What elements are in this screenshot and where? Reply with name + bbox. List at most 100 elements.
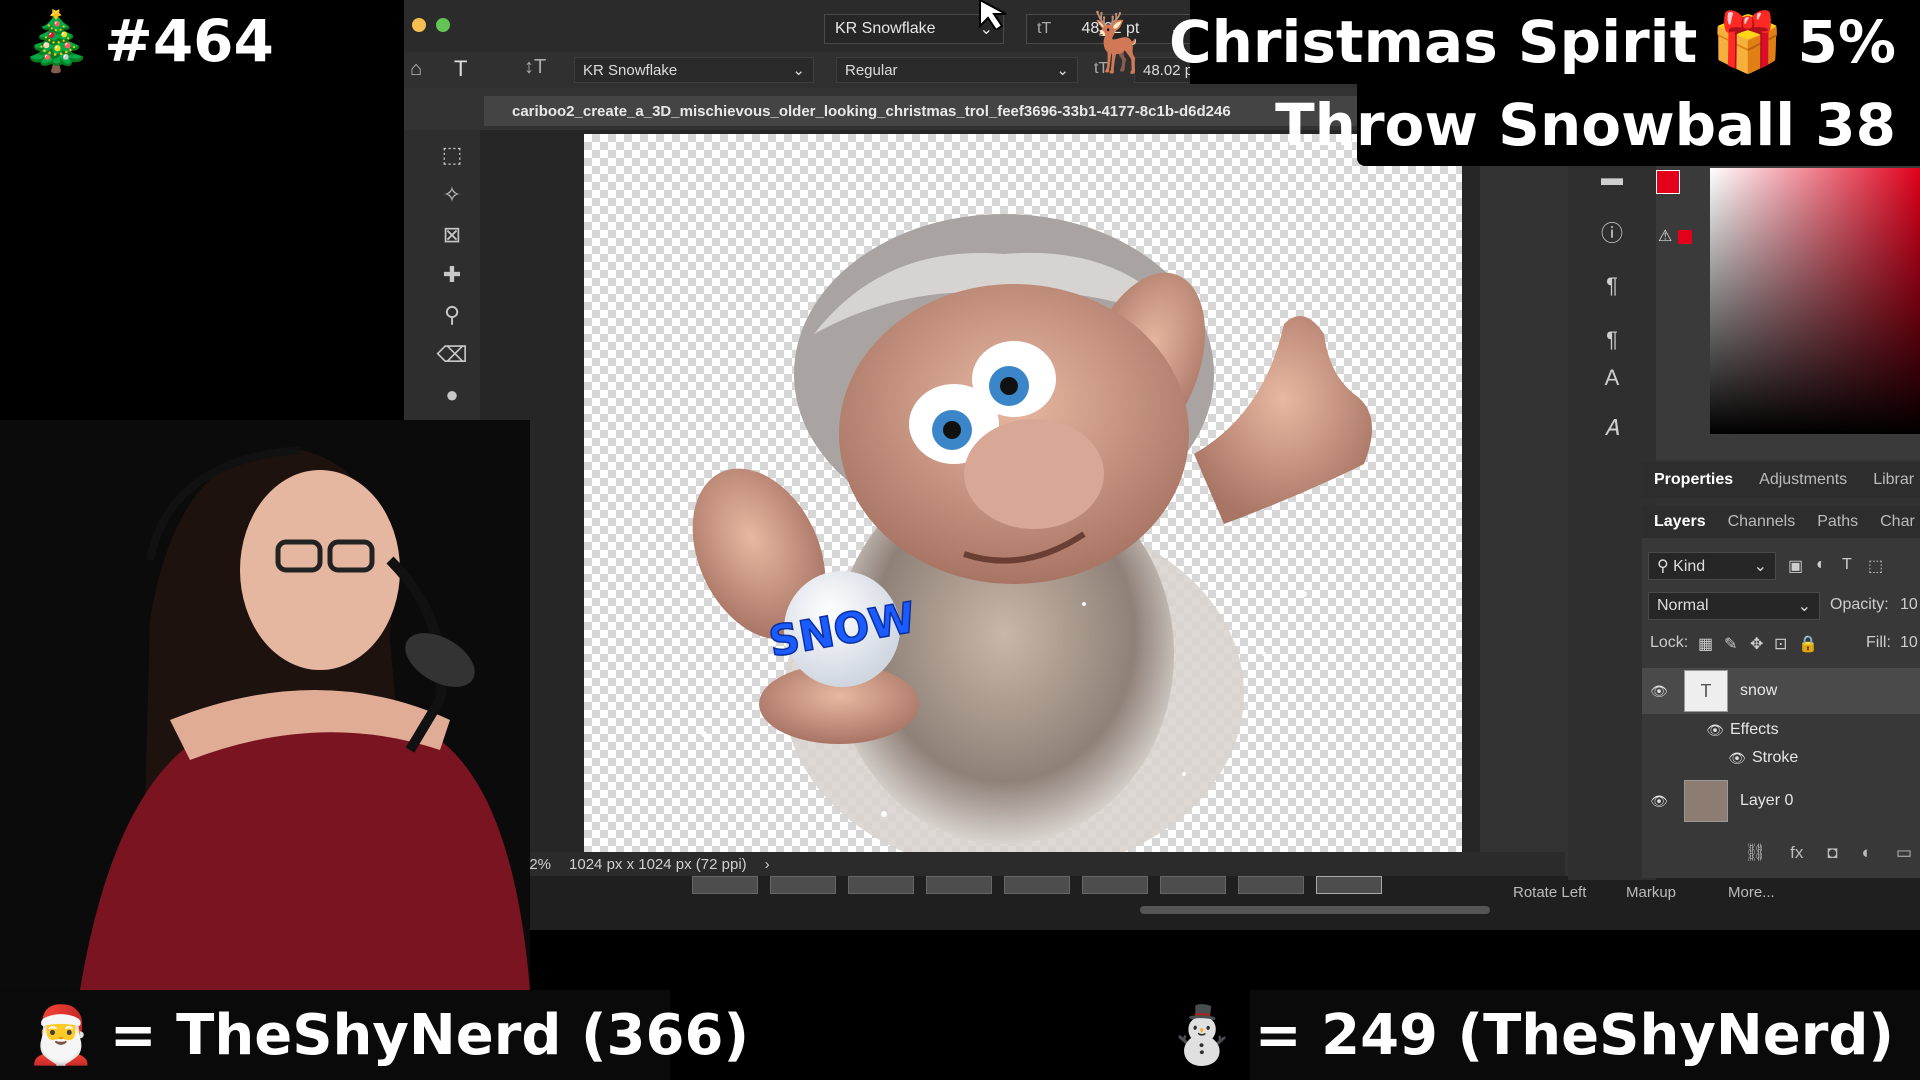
glyphs-icon[interactable]: 𝐴	[1594, 410, 1630, 446]
lock-label: Lock:	[1650, 634, 1689, 651]
gift-icon: 🎁	[1711, 7, 1784, 76]
chevron-right-icon[interactable]: ›	[765, 856, 770, 873]
snowman-leader-overlay: ⛄ = 249 (TheShyNerd)	[1167, 990, 1920, 1080]
blur-tool-icon[interactable]: ●	[434, 378, 470, 412]
home-icon[interactable]: ⌂	[410, 58, 422, 81]
troll-image: SNOW	[692, 214, 1372, 852]
lock-position-icon[interactable]: ✥	[1750, 634, 1763, 654]
visibility-eye-icon[interactable]: 👁	[1648, 683, 1670, 700]
document-canvas[interactable]: SNOW	[584, 134, 1462, 852]
layer-row-snow[interactable]: 👁 T snow	[1642, 668, 1920, 714]
zoom-button[interactable]	[436, 18, 450, 32]
link-layers-icon[interactable]: ⛓	[1745, 843, 1767, 863]
tab-channels[interactable]: Channels	[1728, 513, 1796, 531]
font-size-icon: tT	[1037, 20, 1052, 37]
reindeer-icon: 🦌	[1082, 7, 1156, 76]
stream-number: #464	[104, 7, 274, 75]
tab-adjustments[interactable]: Adjustments	[1759, 471, 1847, 489]
new-group-icon[interactable]: ▭	[1896, 843, 1912, 863]
adjustment-layer-icon[interactable]: ◐	[1862, 843, 1872, 863]
filter-shape-icon[interactable]: ⬚	[1868, 556, 1883, 576]
fill-value[interactable]: 10	[1900, 634, 1918, 652]
more-button[interactable]: More...	[1728, 884, 1775, 901]
opacity-value[interactable]: 10	[1900, 596, 1918, 614]
thumbnail[interactable]	[1004, 876, 1070, 894]
document-title: cariboo2_create_a_3D_mischievous_older_l…	[512, 102, 1231, 120]
stroke-label: Stroke	[1752, 749, 1799, 766]
filter-image-icon[interactable]: ▣	[1788, 556, 1803, 576]
eraser-icon[interactable]: ⌫	[434, 338, 470, 372]
tab-properties[interactable]: Properties	[1654, 471, 1733, 489]
thumbnail[interactable]	[926, 876, 992, 894]
add-mask-icon[interactable]: ◘	[1827, 843, 1837, 863]
info-icon[interactable]: ⓘ	[1594, 214, 1630, 250]
thumbnail[interactable]	[1082, 876, 1148, 894]
out-of-gamut-swatch[interactable]	[1678, 230, 1692, 244]
christmas-tree-icon: 🎄	[20, 6, 93, 75]
layer-effects-row[interactable]: 👁 Effects	[1642, 716, 1920, 744]
chevron-down-icon: ⌄	[1753, 558, 1767, 575]
font-family-label: KR Snowflake	[583, 61, 678, 79]
thumbnail[interactable]	[848, 876, 914, 894]
layer-stroke-row[interactable]: 👁 Stroke	[1642, 744, 1920, 772]
lock-artboard-icon[interactable]: ⊡	[1774, 634, 1787, 654]
thumbnail-selected[interactable]	[1316, 876, 1382, 894]
font-style-dropdown[interactable]: Regular ⌄	[836, 57, 1078, 83]
document-info: 1024 px x 1024 px (72 ppi)	[569, 855, 747, 873]
text-orientation-icon[interactable]: ↕T	[524, 56, 546, 79]
lock-all-icon[interactable]: 🔒	[1798, 634, 1818, 654]
fx-icon[interactable]: fx	[1790, 843, 1803, 863]
paragraph-styles-icon[interactable]: ¶	[1594, 322, 1630, 358]
filter-type-icon[interactable]: T	[1842, 556, 1852, 574]
layer-name: Layer 0	[1740, 792, 1794, 809]
image-layer-thumbnail	[1684, 780, 1728, 822]
snowball-counter-label: Throw Snowball 38	[1275, 91, 1896, 159]
tab-libraries[interactable]: Librar	[1873, 471, 1914, 489]
visibility-eye-icon[interactable]: 👁	[1726, 750, 1748, 767]
kind-filter-dropdown[interactable]: ⚲ Kind ⌄	[1648, 552, 1776, 580]
tab-character[interactable]: Char	[1880, 513, 1915, 531]
tab-paths[interactable]: Paths	[1817, 513, 1858, 531]
snowman-icon: ⛄	[1166, 1003, 1237, 1068]
type-tool-preset-icon[interactable]: T	[454, 56, 467, 82]
thumbnail[interactable]	[692, 876, 758, 894]
filmstrip-scrollbar[interactable]	[1140, 906, 1490, 914]
font-family-dropdown-top[interactable]: KR Snowflake ⌄	[824, 14, 1004, 44]
thumbnail[interactable]	[1238, 876, 1304, 894]
christmas-spirit-overlay: 🦌 Christmas Spirit 🎁 5%	[1083, 0, 1920, 84]
opacity-label: Opacity:	[1830, 596, 1889, 613]
foreground-swatch[interactable]	[1656, 170, 1680, 194]
color-picker-field[interactable]	[1710, 168, 1920, 434]
frame-tool-icon[interactable]: ⊠	[434, 218, 470, 252]
tab-layers[interactable]: Layers	[1654, 513, 1706, 531]
christmas-spirit-label: Christmas Spirit	[1169, 8, 1698, 76]
blend-mode-dropdown[interactable]: Normal ⌄	[1648, 592, 1820, 620]
text-layer-thumbnail-icon: T	[1684, 670, 1728, 712]
rotate-left-button[interactable]: Rotate Left	[1513, 884, 1586, 901]
magic-wand-icon[interactable]: ✧	[434, 178, 470, 212]
filter-adjustment-icon[interactable]: ◐	[1816, 556, 1826, 574]
character-styles-icon[interactable]: A	[1594, 360, 1630, 396]
search-icon: ⚲	[1657, 558, 1669, 575]
layer-row-layer0[interactable]: 👁 Layer 0	[1642, 778, 1920, 824]
healing-brush-icon[interactable]: ✚	[434, 258, 470, 292]
effects-label: Effects	[1730, 721, 1779, 738]
properties-tab-bar: Properties Adjustments Librar	[1642, 462, 1920, 498]
snowball-counter-overlay: Throw Snowball 38	[1275, 84, 1920, 166]
mouse-cursor-icon	[978, 0, 1012, 35]
lock-image-icon[interactable]: ✎	[1724, 634, 1737, 654]
font-family-value: KR Snowflake	[835, 20, 936, 37]
clone-stamp-icon[interactable]: ⚲	[434, 298, 470, 332]
visibility-eye-icon[interactable]: 👁	[1648, 793, 1670, 810]
font-family-dropdown[interactable]: KR Snowflake ⌄	[574, 57, 814, 83]
markup-button[interactable]: Markup	[1626, 884, 1676, 901]
marquee-tool-icon[interactable]: ⬚	[434, 138, 470, 172]
lock-transparent-icon[interactable]: ▦	[1698, 634, 1713, 654]
visibility-eye-icon[interactable]: 👁	[1704, 722, 1726, 739]
thumbnail[interactable]	[770, 876, 836, 894]
minimize-button[interactable]	[412, 18, 426, 32]
paragraph-icon[interactable]: ¶	[1594, 268, 1630, 304]
thumbnail[interactable]	[1160, 876, 1226, 894]
warning-icon[interactable]: ⚠	[1658, 226, 1672, 246]
fill-label: Fill:	[1866, 634, 1891, 651]
